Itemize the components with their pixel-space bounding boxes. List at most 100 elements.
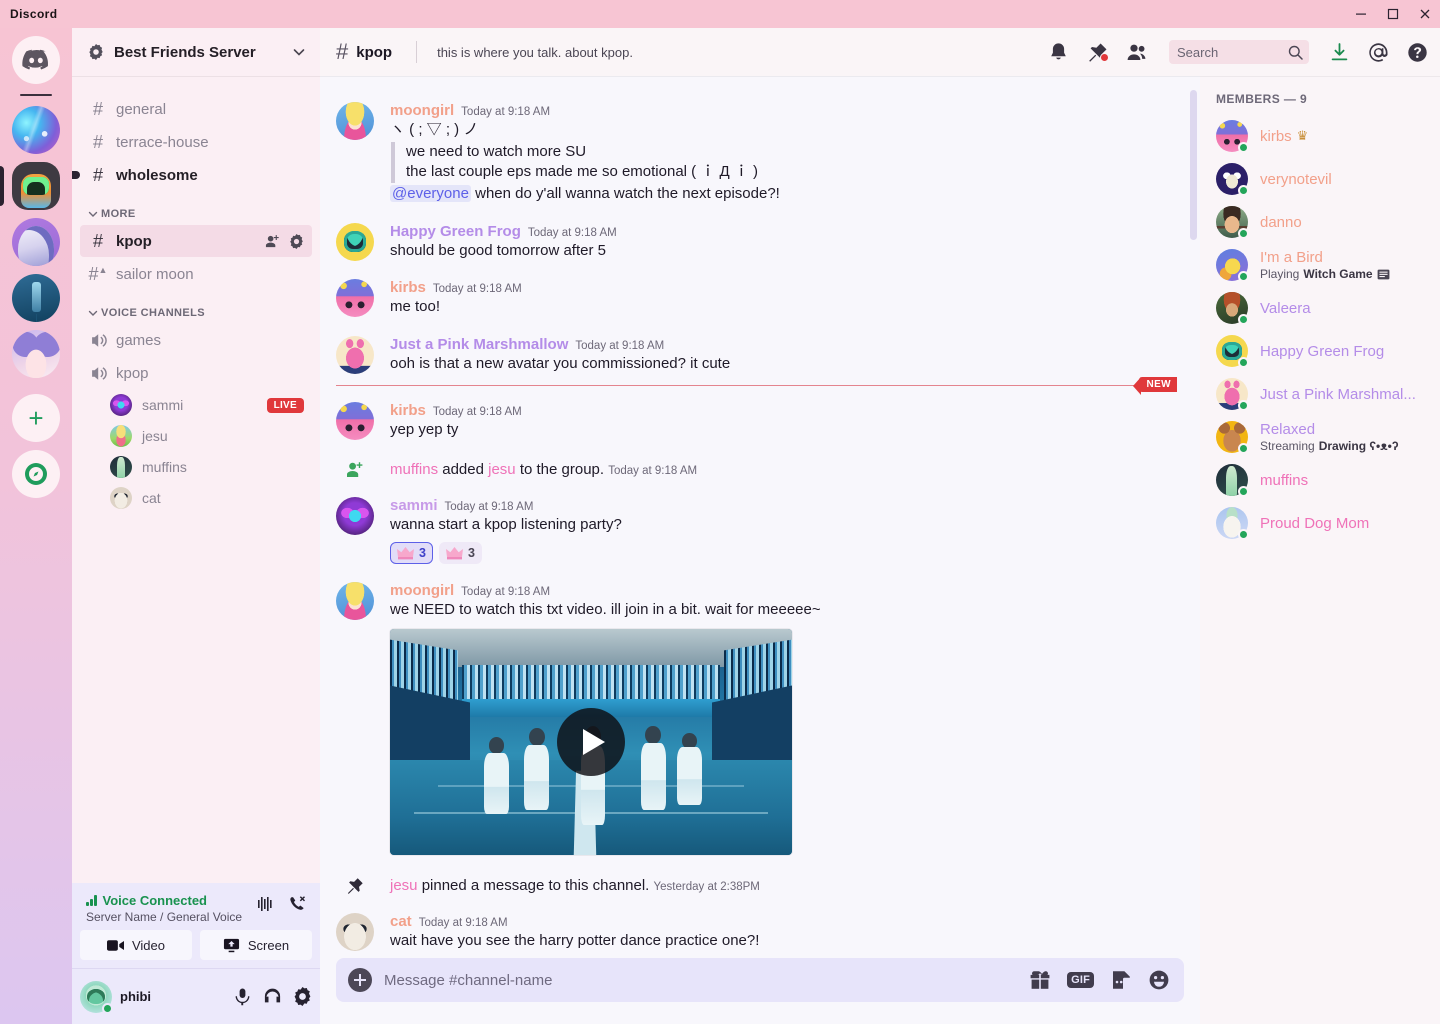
maximize-icon[interactable]: [1386, 7, 1400, 21]
message-item[interactable]: moongirl Today at 9:18 AM ヽ ( ; ▽ ; ) ノ …: [320, 100, 1192, 207]
message-author[interactable]: cat: [390, 913, 412, 930]
server-icon-anime[interactable]: [0, 330, 72, 378]
voice-member-muffins[interactable]: muffins: [102, 452, 312, 482]
disconnect-call-icon[interactable]: [288, 895, 306, 913]
avatar[interactable]: [336, 222, 374, 261]
reaction-pill[interactable]: 3: [438, 542, 482, 565]
member-row[interactable]: Proud Dog Mom: [1208, 502, 1432, 544]
member-row[interactable]: muffins: [1208, 459, 1432, 501]
video-embed[interactable]: [390, 628, 792, 855]
avatar[interactable]: [336, 401, 374, 440]
category-voice-channels[interactable]: VOICE CHANNELS: [72, 291, 320, 323]
pinned-messages-button[interactable]: [1087, 42, 1109, 63]
sticker-icon[interactable]: [1110, 969, 1132, 991]
server-icon-astronaut[interactable]: [0, 218, 72, 266]
everyone-mention[interactable]: @everyone: [390, 185, 471, 203]
message-item[interactable]: Happy Green Frog Today at 9:18 AM should…: [320, 221, 1192, 264]
member-row[interactable]: Valeera: [1208, 287, 1432, 329]
message-item[interactable]: cat Today at 9:18 AM wait have you see t…: [320, 911, 1192, 954]
message-author[interactable]: sammi: [390, 497, 438, 514]
message-author[interactable]: Happy Green Frog: [390, 223, 521, 240]
noise-suppression-icon[interactable]: [256, 895, 274, 913]
microphone-icon[interactable]: [233, 987, 252, 1006]
reaction-pill-active[interactable]: 3: [390, 542, 433, 565]
help-button[interactable]: [1407, 42, 1428, 63]
mentions-button[interactable]: [1368, 42, 1389, 63]
add-server-button[interactable]: +: [12, 394, 60, 442]
message-item[interactable]: kirbs Today at 9:18 AM me too!: [320, 277, 1192, 320]
minimize-icon[interactable]: [1354, 7, 1368, 21]
member-row[interactable]: I'm a Bird Playing Witch Game: [1208, 244, 1432, 286]
member-row[interactable]: verynotevil: [1208, 158, 1432, 200]
voice-member-cat[interactable]: cat: [102, 483, 312, 513]
close-icon[interactable]: [1418, 7, 1432, 21]
message-item[interactable]: moongirl Today at 9:18 AM we NEED to wat…: [320, 580, 1192, 859]
notifications-bell-button[interactable]: [1048, 42, 1069, 63]
server-icon-neon[interactable]: [0, 106, 72, 154]
member-list-toggle-button[interactable]: [1126, 42, 1147, 63]
message-author[interactable]: kirbs: [390, 279, 426, 296]
message-item[interactable]: kirbs Today at 9:18 AM yep yep ty: [320, 400, 1192, 443]
explore-servers-button[interactable]: [12, 450, 60, 498]
message-author[interactable]: Just a Pink Marshmallow: [390, 336, 568, 353]
message-item[interactable]: Just a Pink Marshmallow Today at 9:18 AM…: [320, 334, 1192, 377]
system-actor[interactable]: jesu: [390, 877, 418, 894]
channel-kpop-text[interactable]: # kpop: [80, 225, 312, 257]
headphones-icon[interactable]: [263, 987, 282, 1006]
voice-member-jesu[interactable]: jesu: [102, 421, 312, 451]
system-actor[interactable]: muffins: [390, 461, 438, 478]
voice-channel-games[interactable]: games: [80, 324, 312, 356]
message-input-placeholder[interactable]: Message #channel-name: [384, 972, 1017, 989]
search-input[interactable]: Search: [1169, 40, 1309, 64]
discord-home-button[interactable]: [12, 36, 60, 84]
avatar[interactable]: [336, 582, 374, 621]
avatar[interactable]: [336, 102, 374, 140]
avatar[interactable]: [80, 980, 113, 1014]
message-blockquote: we need to watch more SU the last couple…: [391, 141, 1176, 184]
server-header-dropdown[interactable]: Best Friends Server: [72, 28, 320, 76]
message-list[interactable]: moongirl Today at 9:18 AM ヽ ( ; ▽ ; ) ノ …: [320, 76, 1200, 958]
message-author[interactable]: moongirl: [390, 102, 454, 119]
message-author[interactable]: moongirl: [390, 582, 454, 599]
voice-channel-kpop[interactable]: kpop: [80, 357, 312, 389]
channel-sailor-moon[interactable]: #▲ sailor moon: [80, 258, 312, 290]
avatar[interactable]: [336, 279, 374, 318]
composer-box[interactable]: Message #channel-name GIF: [336, 958, 1184, 1002]
user-panel: phibi: [72, 968, 320, 1024]
avatar: [110, 456, 132, 478]
category-more[interactable]: MORE: [72, 192, 320, 224]
gift-icon[interactable]: [1029, 969, 1051, 991]
channel-wholesome[interactable]: # wholesome: [80, 159, 312, 191]
server-icon-lighthouse[interactable]: [0, 274, 72, 322]
voice-member-sammi[interactable]: sammi LIVE: [102, 390, 312, 420]
gear-icon[interactable]: [293, 987, 312, 1006]
member-row[interactable]: Relaxed Streaming Drawing ʕ•ᴥ•ʔ: [1208, 416, 1432, 458]
channel-general[interactable]: # general: [80, 93, 312, 125]
bell-icon: [1051, 42, 1066, 59]
message-item[interactable]: sammi Today at 9:18 AM wanna start a kpo…: [320, 495, 1192, 567]
avatar[interactable]: [336, 912, 374, 951]
user-info[interactable]: phibi: [120, 989, 225, 1004]
system-target[interactable]: jesu: [488, 461, 516, 478]
server-icon-best-friends[interactable]: [0, 162, 72, 210]
inbox-button[interactable]: [1329, 42, 1350, 63]
emoji-icon[interactable]: [1148, 969, 1170, 991]
invite-member-icon[interactable]: [265, 234, 280, 249]
avatar[interactable]: [336, 336, 374, 375]
screen-share-button[interactable]: Screen: [200, 930, 312, 960]
gear-icon[interactable]: [289, 233, 304, 249]
message-author[interactable]: kirbs: [390, 402, 426, 419]
channel-list[interactable]: # general # terrace-house # wholesome MO…: [72, 76, 320, 883]
member-row[interactable]: danno: [1208, 201, 1432, 243]
members-sidebar[interactable]: MEMBERS — 9 kirbs ♛ verynotevil danno I'…: [1200, 76, 1440, 1024]
channel-terrace-house[interactable]: # terrace-house: [80, 126, 312, 158]
play-button[interactable]: [557, 707, 625, 776]
hash-icon: #: [336, 39, 349, 64]
gif-button[interactable]: GIF: [1067, 972, 1094, 988]
attach-file-button[interactable]: [348, 968, 372, 992]
avatar[interactable]: [336, 496, 374, 535]
member-row[interactable]: Just a Pink Marshmal...: [1208, 373, 1432, 415]
video-button[interactable]: Video: [80, 930, 192, 960]
member-row[interactable]: kirbs ♛: [1208, 115, 1432, 157]
member-row[interactable]: Happy Green Frog: [1208, 330, 1432, 372]
